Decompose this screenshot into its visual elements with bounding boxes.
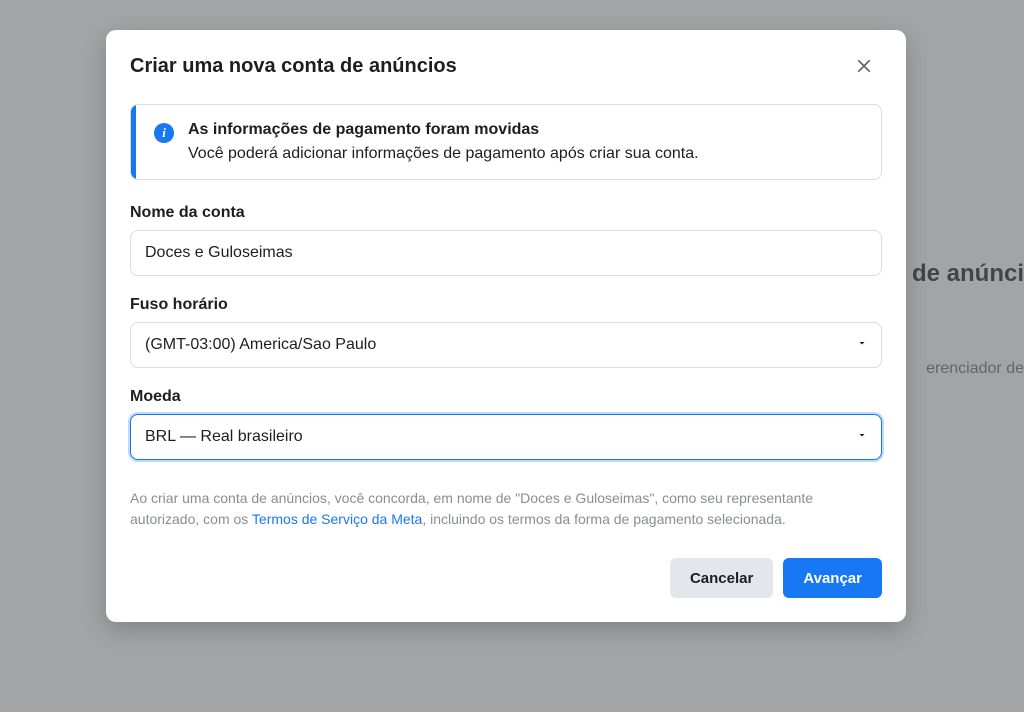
- legal-disclaimer: Ao criar uma conta de anúncios, você con…: [130, 488, 882, 530]
- currency-group: Moeda BRL — Real brasileiro: [130, 388, 882, 460]
- banner-content: i As informações de pagamento foram movi…: [136, 105, 717, 179]
- info-icon: i: [154, 123, 174, 143]
- account-name-input[interactable]: [130, 230, 882, 276]
- modal-header: Criar uma nova conta de anúncios: [106, 30, 906, 96]
- timezone-group: Fuso horário (GMT-03:00) America/Sao Pau…: [130, 296, 882, 368]
- account-name-group: Nome da conta: [130, 204, 882, 276]
- currency-label: Moeda: [130, 388, 882, 406]
- terms-of-service-link[interactable]: Termos de Serviço da Meta: [252, 511, 422, 527]
- legal-suffix: , incluindo os termos da forma de pagame…: [422, 511, 785, 527]
- banner-description: Você poderá adicionar informações de pag…: [188, 145, 699, 163]
- currency-value: BRL — Real brasileiro: [130, 414, 882, 460]
- timezone-label: Fuso horário: [130, 296, 882, 314]
- next-button[interactable]: Avançar: [783, 558, 882, 598]
- modal-footer: Cancelar Avançar: [106, 558, 906, 598]
- payment-info-banner: i As informações de pagamento foram movi…: [130, 104, 882, 180]
- timezone-select[interactable]: (GMT-03:00) America/Sao Paulo: [130, 322, 882, 368]
- banner-text: As informações de pagamento foram movida…: [188, 121, 699, 163]
- create-ad-account-modal: Criar uma nova conta de anúncios i As in…: [106, 30, 906, 622]
- close-button[interactable]: [846, 48, 882, 84]
- close-icon: [855, 57, 873, 75]
- info-icon-wrap: i: [154, 123, 174, 143]
- account-name-label: Nome da conta: [130, 204, 882, 222]
- currency-select[interactable]: BRL — Real brasileiro: [130, 414, 882, 460]
- cancel-button[interactable]: Cancelar: [670, 558, 773, 598]
- banner-title: As informações de pagamento foram movida…: [188, 121, 699, 139]
- modal-title: Criar uma nova conta de anúncios: [130, 55, 457, 78]
- timezone-value: (GMT-03:00) America/Sao Paulo: [130, 322, 882, 368]
- modal-body: i As informações de pagamento foram movi…: [106, 96, 906, 530]
